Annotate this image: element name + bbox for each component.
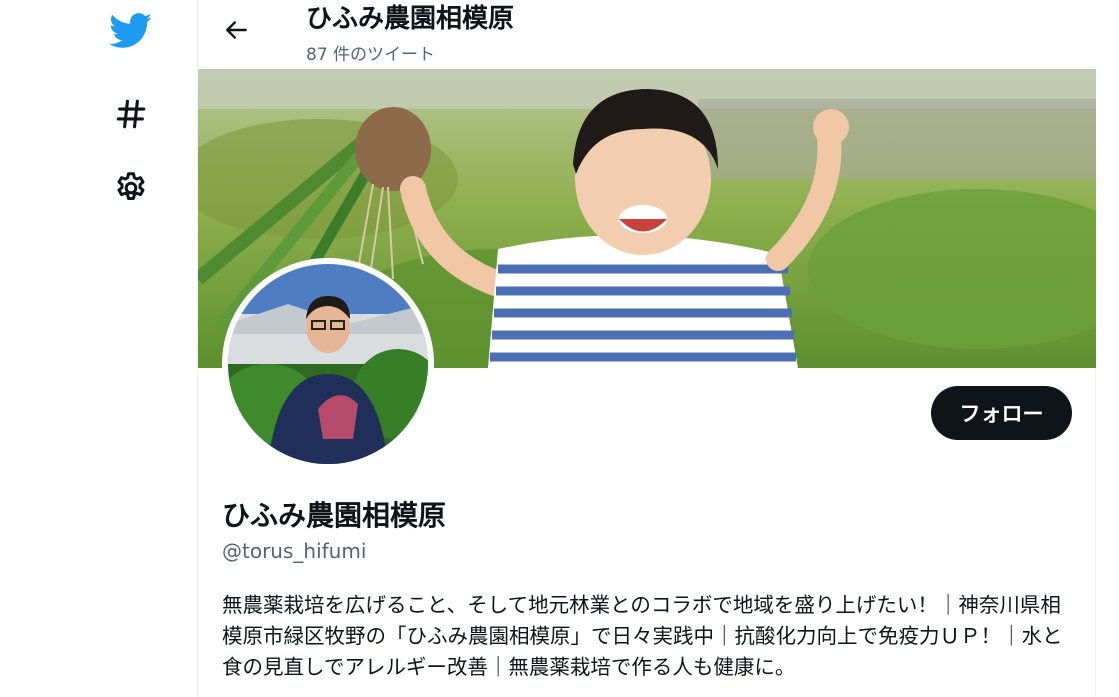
gear-icon [117,172,145,200]
twitter-bird-icon [109,13,152,48]
profile-column: ひふみ農園相模原 87 件のツイート フォロー ひふみ農園相模原 @torus_… [198,0,1096,697]
tweet-count: 87 件のツイート [306,45,436,65]
twitter-logo-button[interactable] [106,6,156,56]
back-arrow-icon [226,21,247,39]
left-nav [0,0,198,697]
header-title: ひふみ農園相模原 [306,4,515,34]
scrollbar[interactable] [1096,0,1119,697]
back-button[interactable] [218,11,256,49]
settings-button[interactable] [106,163,156,213]
hashtag-icon [116,99,146,129]
profile-handle: @torus_hifumi [222,539,367,563]
explore-button[interactable] [106,89,156,139]
avatar-photo [228,264,428,464]
follow-button[interactable]: フォロー [931,386,1072,440]
avatar[interactable] [222,258,434,470]
profile-name: ひふみ農園相模原 [222,499,447,532]
profile-bio: 無農薬栽培を広げること、そして地元林業とのコラボで地域を盛り上げたい！｜神奈川県… [222,593,1063,679]
profile-header: ひふみ農園相模原 87 件のツイート [198,0,1096,69]
